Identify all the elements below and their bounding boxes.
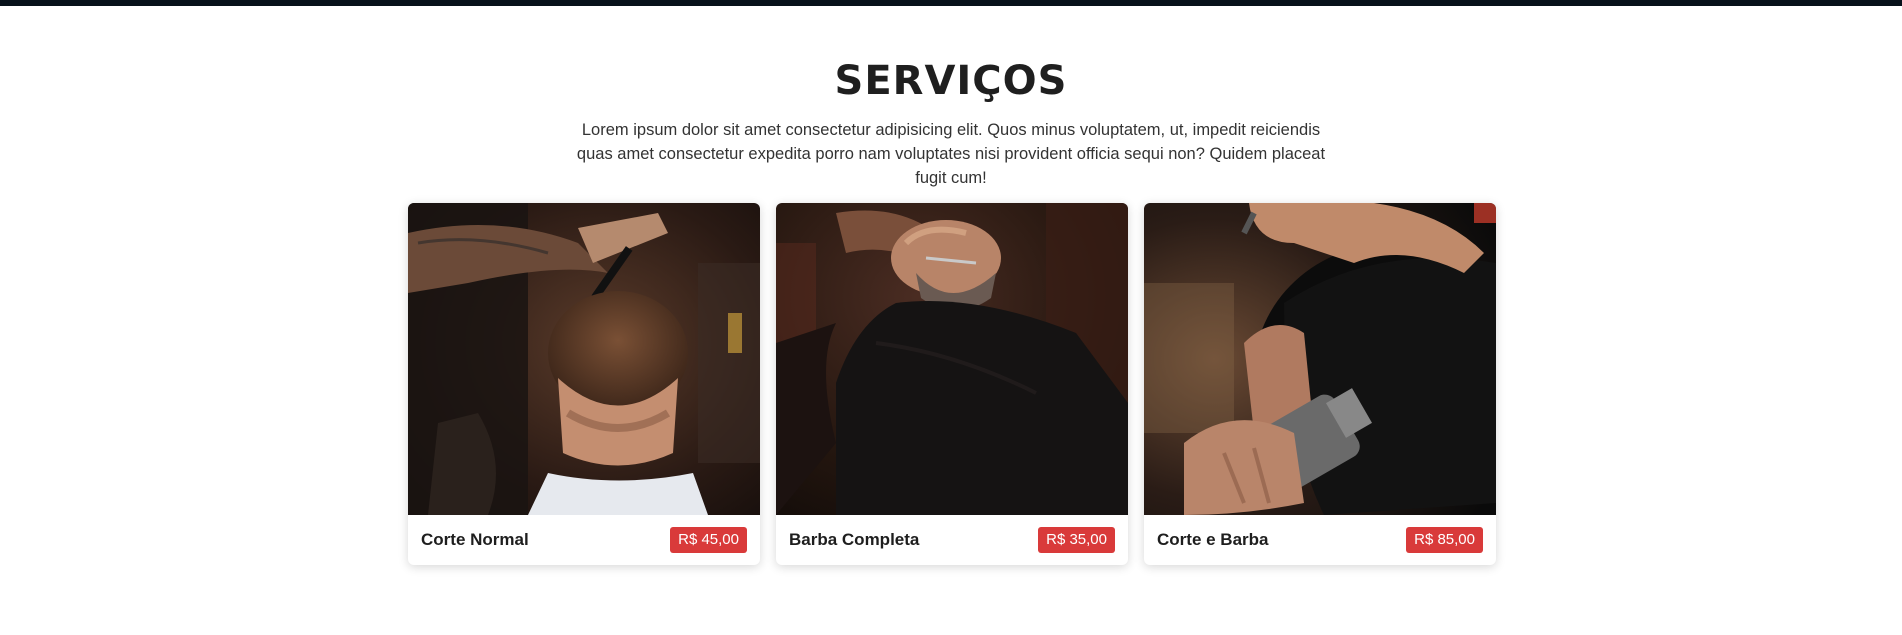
service-card-corte-normal[interactable]: Corte Normal R$ 45,00 (408, 203, 760, 565)
service-name: Barba Completa (789, 530, 920, 549)
section-title: SERVIÇOS (834, 58, 1068, 104)
price-badge: R$ 85,00 (1406, 527, 1483, 553)
card-footer: Corte e Barba R$ 85,00 (1144, 515, 1496, 565)
services-card-list: Corte Normal R$ 45,00 Barba Completa R$ … (408, 203, 1496, 565)
section-description: Lorem ipsum dolor sit amet consectetur a… (576, 121, 1326, 187)
card-footer: Corte Normal R$ 45,00 (408, 515, 760, 565)
card-footer: Barba Completa R$ 35,00 (776, 515, 1128, 565)
service-name: Corte e Barba (1157, 530, 1269, 549)
clipper-cut-photo (1144, 203, 1496, 515)
service-card-barba-completa[interactable]: Barba Completa R$ 35,00 (776, 203, 1128, 565)
price-badge: R$ 45,00 (670, 527, 747, 553)
service-card-corte-e-barba[interactable]: Corte e Barba R$ 85,00 (1144, 203, 1496, 565)
haircut-photo (408, 203, 760, 515)
services-section: SERVIÇOS Lorem ipsum dolor sit amet cons… (0, 0, 1902, 635)
price-badge: R$ 35,00 (1038, 527, 1115, 553)
service-name: Corte Normal (421, 530, 529, 549)
beard-trim-photo (776, 203, 1128, 515)
